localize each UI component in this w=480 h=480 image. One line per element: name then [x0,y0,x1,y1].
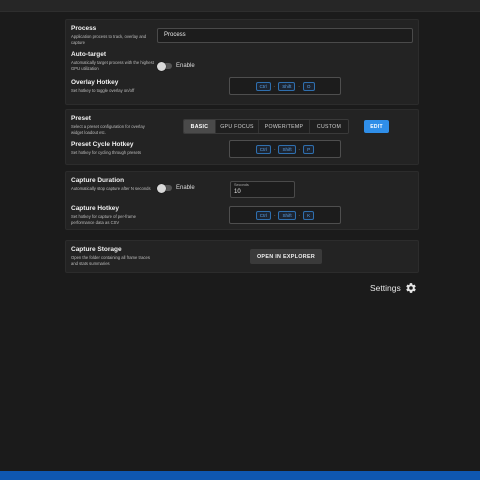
overlay-hotkey-desc: Set hotkey to toggle overlay on/off [71,88,135,93]
key-separator: - [273,146,276,152]
preset-desc: Select a preset configuration for overla… [71,124,145,135]
key-shift: Shift [278,144,296,154]
overlay-hotkey-title: Overlay Hotkey [71,79,119,86]
preset-cycle-title: Preset Cycle Hotkey [71,141,134,148]
auto-target-title: Auto-target [71,51,107,58]
key-ctrl: Ctrl [255,81,271,91]
preset-cycle-hotkey-field[interactable]: Ctrl - Shift - P [229,140,341,158]
bottom-status-bar [0,471,480,480]
key-shift: Shift [278,81,296,91]
storage-card: Capture Storage Open the folder containi… [65,240,419,273]
process-settings-card: Process Application process to track, ov… [65,19,419,105]
preset-cycle-row: Preset Cycle Hotkey Set hotkey for cycli… [71,141,156,156]
key-separator: - [273,212,276,218]
capture-storage-title: Capture Storage [71,246,122,253]
capture-duration-toggle[interactable]: Enable [157,183,195,193]
preset-option-gpu-focus[interactable]: GPU FOCUS [216,120,259,133]
capture-duration-title: Capture Duration [71,177,125,184]
key-letter: P [303,144,315,154]
process-title: Process [71,25,97,32]
preset-option-custom[interactable]: CUSTOM [310,120,348,133]
capture-duration-row: Capture Duration Automatically stop capt… [71,177,156,192]
overlay-hotkey-row: Overlay Hotkey Set hotkey to toggle over… [71,79,156,94]
seconds-value: 10 [234,189,241,195]
settings-link[interactable]: Settings [370,282,417,294]
capture-duration-toggle-label: Enable [176,185,195,191]
key-letter: K [303,210,315,220]
capture-storage-row: Capture Storage Open the folder containi… [71,246,156,266]
key-separator: - [298,146,301,152]
key-separator: - [273,83,276,89]
capture-hotkey-row: Capture Hotkey Set hotkey for capture of… [71,205,156,225]
capture-hotkey-title: Capture Hotkey [71,205,120,212]
capture-card: Capture Duration Automatically stop capt… [65,171,419,230]
overlay-hotkey-field[interactable]: Ctrl - Shift - O [229,77,341,95]
seconds-caption: Seconds [234,183,249,187]
seconds-input[interactable]: Seconds 10 [230,181,295,198]
auto-target-desc: Automatically target process with the hi… [71,60,154,71]
preset-option-basic[interactable]: BASIC [184,120,216,133]
toggle-switch[interactable] [157,183,172,193]
preset-cycle-desc: Set hotkey for cycling through presets [71,150,142,155]
open-in-explorer-button[interactable]: OPEN IN EXPLORER [250,249,322,264]
key-separator: - [298,212,301,218]
capture-hotkey-field[interactable]: Ctrl - Shift - K [229,206,341,224]
preset-row: Preset Select a preset configuration for… [71,115,156,135]
key-shift: Shift [278,210,296,220]
process-desc: Application process to track, overlay an… [71,34,147,45]
preset-card: Preset Select a preset configuration for… [65,109,419,165]
capture-hotkey-desc: Set hotkey for capture of per-frame perf… [71,214,136,225]
process-row: Process Application process to track, ov… [71,25,156,45]
top-title-bar [0,0,480,12]
settings-label: Settings [370,283,401,293]
auto-target-toggle-label: Enable [176,63,195,69]
edit-preset-button[interactable]: EDIT [364,120,389,133]
key-letter: O [302,81,315,91]
preset-title: Preset [71,115,91,122]
preset-selector: BASIC GPU FOCUS POWER/TEMP CUSTOM [183,119,349,134]
capture-storage-desc: Open the folder containing all frame tra… [71,255,150,266]
key-ctrl: Ctrl [255,144,271,154]
auto-target-row: Auto-target Automatically target process… [71,51,156,71]
gear-icon [406,283,416,293]
toggle-switch[interactable] [157,61,172,71]
key-ctrl: Ctrl [255,210,271,220]
auto-target-toggle[interactable]: Enable [157,61,195,71]
process-input[interactable]: Process [157,28,413,43]
preset-option-power-temp[interactable]: POWER/TEMP [259,120,310,133]
capture-duration-desc: Automatically stop capture after N secon… [71,186,151,191]
key-separator: - [298,83,300,89]
toggle-knob [157,61,166,71]
toggle-knob [157,183,166,193]
